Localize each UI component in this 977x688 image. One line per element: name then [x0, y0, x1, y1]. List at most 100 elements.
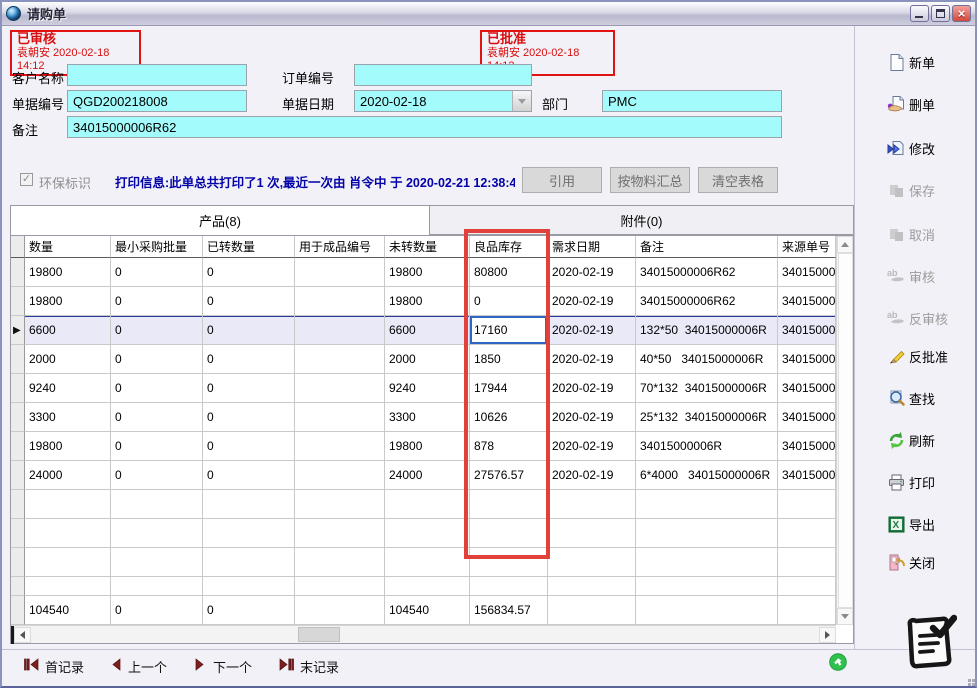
table-cell[interactable]: 25*132 34015000006R — [636, 403, 778, 432]
chevron-down-icon[interactable] — [512, 91, 531, 111]
table-cell[interactable]: 0 — [111, 287, 203, 316]
clear-table-button[interactable]: 清空表格 — [698, 167, 778, 193]
vertical-scrollbar[interactable] — [836, 236, 853, 625]
table-cell[interactable]: 34015000 — [778, 316, 836, 345]
table-row[interactable]: 19800001980002020-02-1934015000006R62340… — [11, 287, 836, 316]
dept-input[interactable]: PMC — [602, 90, 782, 112]
table-cell[interactable]: 2020-02-19 — [548, 461, 636, 490]
nav-previous-record[interactable]: 上一个 — [109, 657, 167, 676]
summarize-by-material-button[interactable]: 按物料汇总 — [610, 167, 690, 193]
table-cell[interactable]: 34015000 — [778, 374, 836, 403]
table-cell[interactable]: 2020-02-19 — [548, 316, 636, 345]
order-no-input[interactable] — [354, 64, 532, 86]
row-header[interactable] — [11, 403, 25, 432]
sidebar-button-unapprove[interactable]: 反批准 — [886, 346, 948, 366]
table-cell[interactable]: 0 — [111, 258, 203, 287]
column-header[interactable]: 数量 — [25, 236, 111, 258]
row-header[interactable]: ▶ — [11, 316, 25, 345]
close-button[interactable]: × — [952, 5, 971, 22]
tab-products[interactable]: 产品(8) — [10, 205, 430, 235]
row-header[interactable] — [11, 461, 25, 490]
column-header[interactable]: 用于成品编号 — [295, 236, 385, 258]
table-cell[interactable]: 2020-02-19 — [548, 432, 636, 461]
table-cell[interactable]: 6*4000 34015000006R — [636, 461, 778, 490]
table-cell[interactable]: 0 — [203, 403, 295, 432]
table-cell[interactable] — [295, 461, 385, 490]
table-cell[interactable] — [295, 316, 385, 345]
table-row[interactable]: 9240009240179442020-02-1970*132 34015000… — [11, 374, 836, 403]
nav-last-record[interactable]: 末记录 — [279, 657, 339, 676]
scroll-up-icon[interactable] — [837, 236, 853, 253]
table-cell[interactable]: 0 — [111, 345, 203, 374]
table-cell[interactable]: 0 — [203, 461, 295, 490]
sidebar-button-close-doc[interactable]: 关闭 — [886, 552, 935, 572]
table-cell[interactable]: 2020-02-19 — [548, 345, 636, 374]
table-cell[interactable]: 34015000 — [778, 345, 836, 374]
resize-grip[interactable] — [968, 679, 971, 682]
table-cell[interactable]: 19800 — [25, 287, 111, 316]
table-row[interactable]: 198000019800808002020-02-1934015000006R6… — [11, 258, 836, 287]
table-cell[interactable]: 0 — [111, 461, 203, 490]
table-cell[interactable]: 19800 — [385, 287, 470, 316]
sidebar-button-audit[interactable]: ab审核 — [886, 266, 935, 286]
table-row[interactable]: 3300003300106262020-02-1925*132 34015000… — [11, 403, 836, 432]
column-header[interactable]: 备注 — [636, 236, 778, 258]
table-cell[interactable] — [295, 403, 385, 432]
table-cell[interactable]: 34015000006R — [636, 432, 778, 461]
table-cell[interactable]: 34015000006R62 — [636, 287, 778, 316]
table-cell[interactable]: 24000 — [25, 461, 111, 490]
table-cell[interactable]: 0 — [111, 432, 203, 461]
table-cell[interactable]: 24000 — [385, 461, 470, 490]
sidebar-button-print[interactable]: 打印 — [886, 472, 935, 492]
table-cell[interactable]: 2020-02-19 — [548, 374, 636, 403]
scroll-right-icon[interactable] — [819, 627, 836, 643]
table-cell[interactable]: 6600 — [385, 316, 470, 345]
table-cell[interactable] — [295, 374, 385, 403]
table-cell[interactable]: 6600 — [25, 316, 111, 345]
table-cell[interactable] — [295, 432, 385, 461]
column-header[interactable]: 需求日期 — [548, 236, 636, 258]
sidebar-button-export[interactable]: X导出 — [886, 514, 935, 534]
row-header[interactable] — [11, 287, 25, 316]
table-cell[interactable]: 0 — [111, 374, 203, 403]
table-cell[interactable]: 3300 — [385, 403, 470, 432]
vertical-scroll-thumb[interactable] — [838, 253, 853, 608]
table-cell[interactable]: 0 — [203, 432, 295, 461]
horizontal-scrollbar[interactable] — [11, 625, 836, 643]
table-cell[interactable]: 34015000 — [778, 403, 836, 432]
customer-input[interactable] — [67, 64, 247, 86]
horizontal-scroll-thumb[interactable] — [298, 627, 340, 642]
sidebar-button-save[interactable]: 保存 — [886, 180, 935, 200]
nav-first-record[interactable]: 首记录 — [24, 657, 84, 676]
table-cell[interactable]: 0 — [203, 258, 295, 287]
sidebar-button-delete-doc[interactable]: 删单 — [886, 94, 935, 114]
table-cell[interactable]: 3300 — [25, 403, 111, 432]
sidebar-button-refresh[interactable]: 刷新 — [886, 430, 935, 450]
table-row[interactable]: ▶6600006600171602020-02-19132*50 3401500… — [11, 316, 836, 345]
table-cell[interactable]: 0 — [203, 345, 295, 374]
doc-date-combobox[interactable]: 2020-02-18 — [354, 90, 532, 112]
table-cell[interactable]: 70*132 34015000006R — [636, 374, 778, 403]
table-cell[interactable] — [295, 287, 385, 316]
eco-checkbox[interactable]: ✓ — [20, 173, 33, 186]
table-cell[interactable]: 34015000006R62 — [636, 258, 778, 287]
column-header[interactable]: 已转数量 — [203, 236, 295, 258]
table-cell[interactable]: 19800 — [25, 258, 111, 287]
minimize-button[interactable] — [910, 5, 929, 22]
nav-next-record[interactable]: 下一个 — [194, 657, 252, 676]
doc-no-input[interactable]: QGD200218008 — [67, 90, 247, 112]
table-cell[interactable]: 0 — [203, 316, 295, 345]
scroll-down-icon[interactable] — [837, 608, 853, 625]
row-header[interactable] — [11, 374, 25, 403]
table-cell[interactable]: 34015000 — [778, 461, 836, 490]
table-cell[interactable]: 19800 — [385, 258, 470, 287]
table-cell[interactable]: 132*50 34015000006R — [636, 316, 778, 345]
reference-button[interactable]: 引用 — [522, 167, 602, 193]
table-cell[interactable] — [295, 345, 385, 374]
table-cell[interactable]: 9240 — [25, 374, 111, 403]
sidebar-button-find[interactable]: 查找 — [886, 388, 935, 408]
table-row[interactable]: 200000200018502020-02-1940*50 3401500000… — [11, 345, 836, 374]
sidebar-button-cancel[interactable]: 取消 — [886, 224, 935, 244]
sidebar-button-modify[interactable]: 修改 — [886, 138, 935, 158]
row-header[interactable] — [11, 345, 25, 374]
